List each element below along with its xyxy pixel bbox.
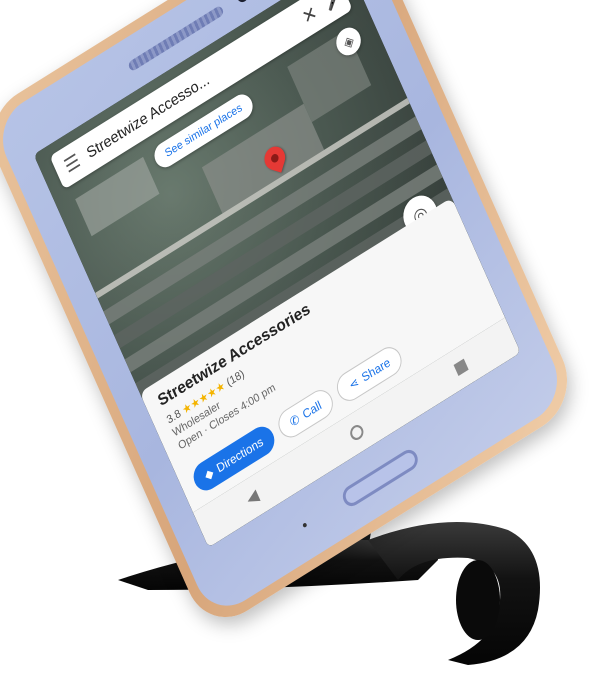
- home-icon[interactable]: [348, 422, 366, 443]
- product-scene: ☰ Streetwize Accesso... ✕ 🎤 See similar …: [0, 0, 615, 683]
- recents-icon[interactable]: [453, 358, 469, 377]
- share-icon: ⋖: [346, 374, 362, 393]
- directions-icon: ◆: [202, 465, 216, 484]
- call-label: Call: [300, 397, 324, 422]
- front-camera-icon: [234, 0, 251, 5]
- phone-screen: ☰ Streetwize Accesso... ✕ 🎤 See similar …: [33, 0, 521, 548]
- share-label: Share: [359, 354, 393, 385]
- microphone-hole: [302, 522, 308, 529]
- back-icon[interactable]: ◀: [243, 485, 262, 510]
- phone-icon: ✆: [287, 411, 302, 430]
- directions-label: Directions: [214, 434, 266, 476]
